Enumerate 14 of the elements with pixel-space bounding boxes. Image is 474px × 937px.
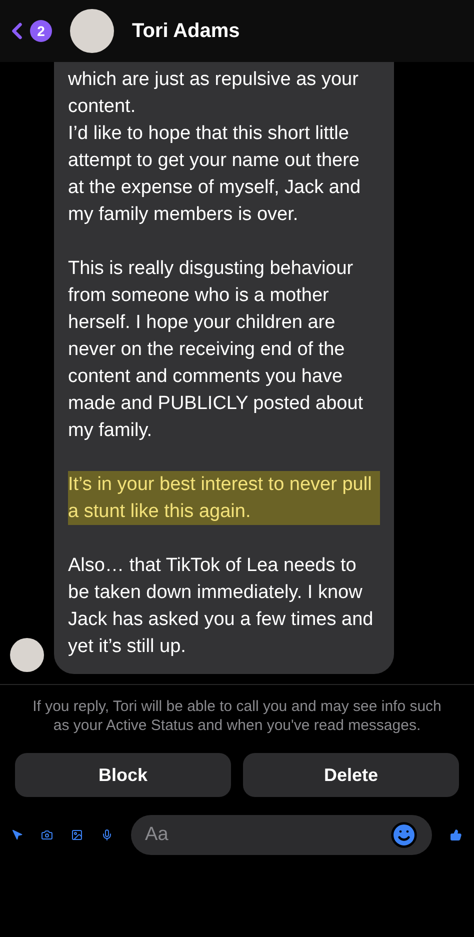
message-input-field[interactable]: Aa <box>145 820 390 850</box>
reply-notice: If you reply, Tori will be able to call you and may see info such as your Active Status and when you've read messages. <box>32 697 442 735</box>
avatar[interactable] <box>70 9 114 53</box>
sender-avatar <box>10 638 44 672</box>
message-text: It’s in your best interest to never pull a stunt like this again. <box>68 471 380 525</box>
contact-name[interactable]: Tori Adams <box>132 16 240 46</box>
message-text: This is really disgusting behaviour from someone who is a mother herself. I hope your children are never on the receiving end of the content and comments you have made and PUBLICLY posted about my family. <box>68 257 364 443</box>
action-button[interactable]: Delete <box>243 753 459 797</box>
action-button[interactable]: Block <box>15 753 231 797</box>
message-text: Also… that TikTok of Lea needs to be taken down immediately. I know Jack has asked you a few times and yet it’s still up. <box>68 554 374 659</box>
unread-count-badge: 2 <box>30 20 52 42</box>
message-input[interactable]: Aa <box>131 815 432 855</box>
emoji-icon[interactable] <box>390 821 418 849</box>
message-text: which are just as repulsive as your content. I’d like to hope that this short little attempt to get your name out there at the expense of myself, Jack and my family members is over. <box>68 68 362 227</box>
